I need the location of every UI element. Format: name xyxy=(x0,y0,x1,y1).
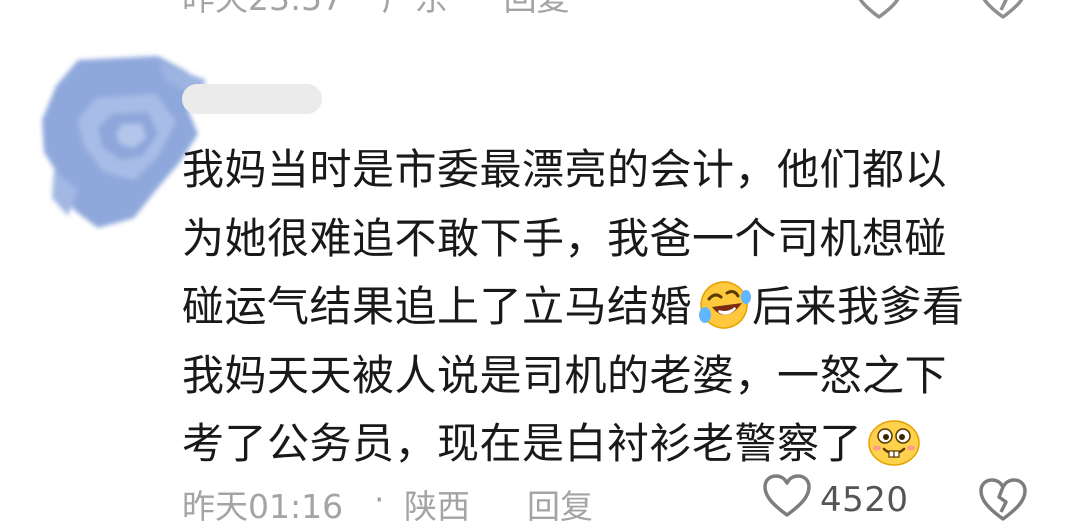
buck-teeth-smiling-emoji-icon xyxy=(866,416,922,468)
previous-comment-region: 广东 xyxy=(382,0,448,20)
comment-line-4: 我妈天天被人说是司机的老婆，一怒之下 xyxy=(182,350,948,400)
broken-heart-icon[interactable] xyxy=(978,478,1028,524)
comment-thread: 昨天23:57 · 广东 回复 xyxy=(0,0,1080,524)
previous-comment-separator: · xyxy=(357,0,368,16)
comment-line-3: 碰运气结果追上了立马结婚 后来我爹看 xyxy=(182,273,1042,342)
previous-comment-footer: 昨天23:57 · 广东 回复 xyxy=(182,0,1062,20)
like-count: 4520 xyxy=(820,480,909,520)
reply-button[interactable]: 回复 xyxy=(527,480,593,524)
username-redacted[interactable] xyxy=(182,84,322,114)
comment-line-2: 为她很难追不敢下手，我爸一个司机想碰 xyxy=(182,213,948,263)
comment-line-5a: 考了公务员，现在是白衬衫老警察了 xyxy=(182,419,863,468)
previous-comment-time: 昨天23:57 xyxy=(182,0,343,20)
comment-region: 陕西 xyxy=(404,487,470,524)
previous-reply-button[interactable]: 回复 xyxy=(504,0,570,20)
broken-heart-icon[interactable] xyxy=(978,0,1028,28)
comment-time: 昨天01:16 xyxy=(182,487,344,524)
like-button[interactable]: 4520 xyxy=(762,474,909,524)
comment-footer: 昨天01:16 · 陕西 回复 4520 xyxy=(182,474,1062,524)
comment-line-3b: 后来我爹看 xyxy=(752,282,965,331)
comment-line-1: 我妈当时是市委最漂亮的会计，他们都以 xyxy=(182,145,948,194)
meta-separator: · xyxy=(374,480,385,519)
heart-outline-icon[interactable] xyxy=(854,0,904,28)
comment-line-3a: 碰运气结果追上了立马结婚 xyxy=(182,282,693,331)
heart-outline-icon xyxy=(762,474,812,524)
laughing-crying-emoji-icon xyxy=(696,279,752,331)
comment-text: 我妈当时是市委最漂亮的会计，他们都以 为她很难追不敢下手，我爸一个司机想碰 碰运… xyxy=(182,136,1042,479)
comment-line-5: 考了公务员，现在是白衬衫老警察了 xyxy=(182,410,1042,479)
previous-comment-meta: 昨天23:57 · 广东 回复 xyxy=(182,0,570,20)
